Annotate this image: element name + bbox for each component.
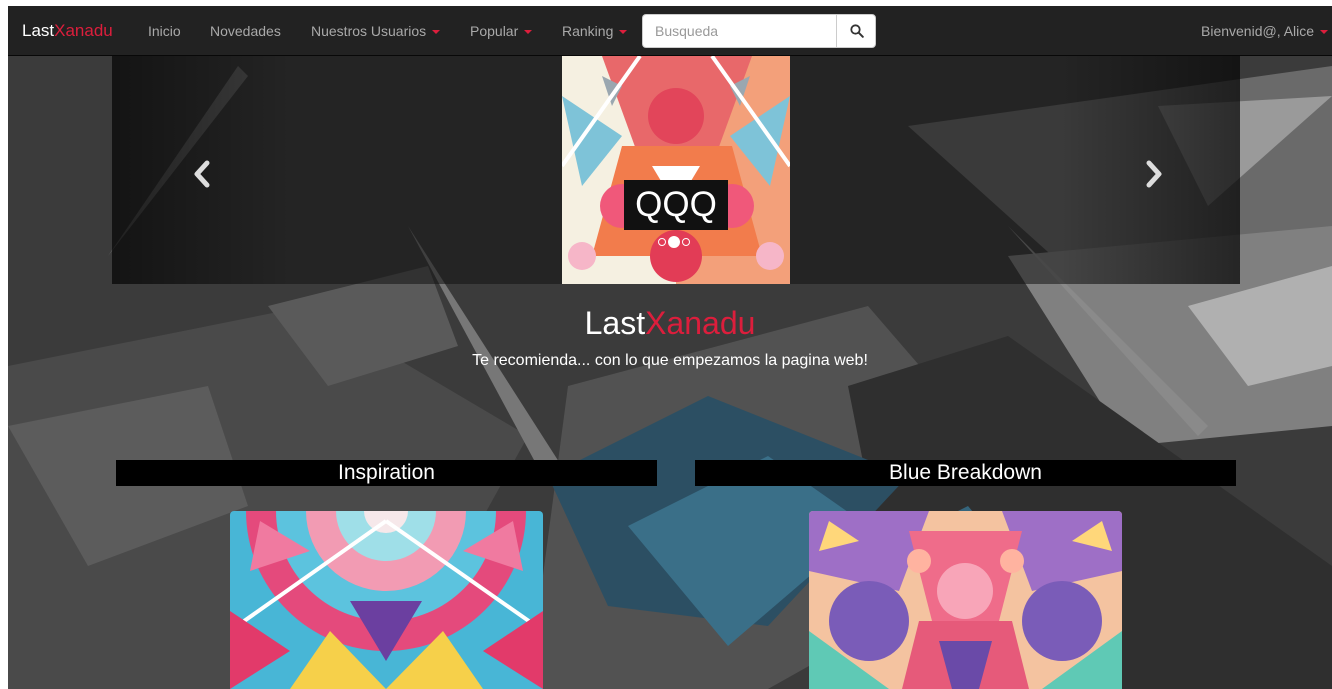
nav-dropdown-usuarios-label: Nuestros Usuarios [311,23,427,39]
kaleidoscope-art-image [809,511,1122,689]
chevron-right-icon[interactable] [1144,160,1164,188]
nav-dropdown-popular[interactable]: Popular [470,6,533,56]
nav-link-novedades[interactable]: Novedades [210,6,281,56]
user-menu-label: Bienvenid@, Alice [1201,23,1315,39]
chevron-left-icon[interactable] [192,160,212,188]
brand-logo[interactable]: LastXanadu [22,6,113,56]
card-image-blue-breakdown[interactable] [809,511,1122,689]
card-title-inspiration[interactable]: Inspiration [116,460,657,486]
kaleidoscope-art-image [230,511,543,689]
top-navbar: LastXanadu Inicio Novedades Nuestros Usu… [8,6,1332,56]
hero-subtitle: Te recomienda... con lo que empezamos la… [472,352,868,369]
card-image-inspiration[interactable] [230,511,543,689]
caret-down-icon [524,30,533,35]
caret-down-icon [619,30,628,35]
nav-link-novedades-label: Novedades [210,23,281,39]
hero-title-last: Last [584,305,646,341]
nav-dropdown-usuarios[interactable]: Nuestros Usuarios [311,6,441,56]
nav-dropdown-ranking-label: Ranking [562,23,614,39]
search-input[interactable] [642,14,836,48]
search-icon [850,24,864,38]
nav-link-inicio[interactable]: Inicio [148,6,181,56]
nav-dropdown-popular-label: Popular [470,23,519,39]
card-title-blue-breakdown[interactable]: Blue Breakdown [695,460,1236,486]
nav-dropdown-ranking[interactable]: Ranking [562,6,628,56]
carousel-indicator-2[interactable] [668,236,680,248]
search-button[interactable] [836,14,876,48]
featured-carousel: QQQ [112,56,1240,284]
brand-text-last: Last [22,21,55,40]
page: LastXanadu Inicio Novedades Nuestros Usu… [8,6,1332,689]
hero-title: LastXanadu [8,304,1332,342]
hero-title-xanadu: Xanadu [645,305,756,341]
carousel-indicator-1[interactable] [658,238,666,246]
kaleidoscope-art-image [562,56,790,284]
nav-link-inicio-label: Inicio [148,23,181,39]
brand-text-xanadu: Xanadu [54,21,113,40]
caret-down-icon [1320,30,1329,35]
carousel-caption: QQQ [624,180,728,230]
carousel-slide-image[interactable] [562,56,790,284]
caret-down-icon [432,30,441,35]
carousel-indicator-3[interactable] [682,238,690,246]
user-menu-dropdown[interactable]: Bienvenid@, Alice [1201,6,1329,56]
